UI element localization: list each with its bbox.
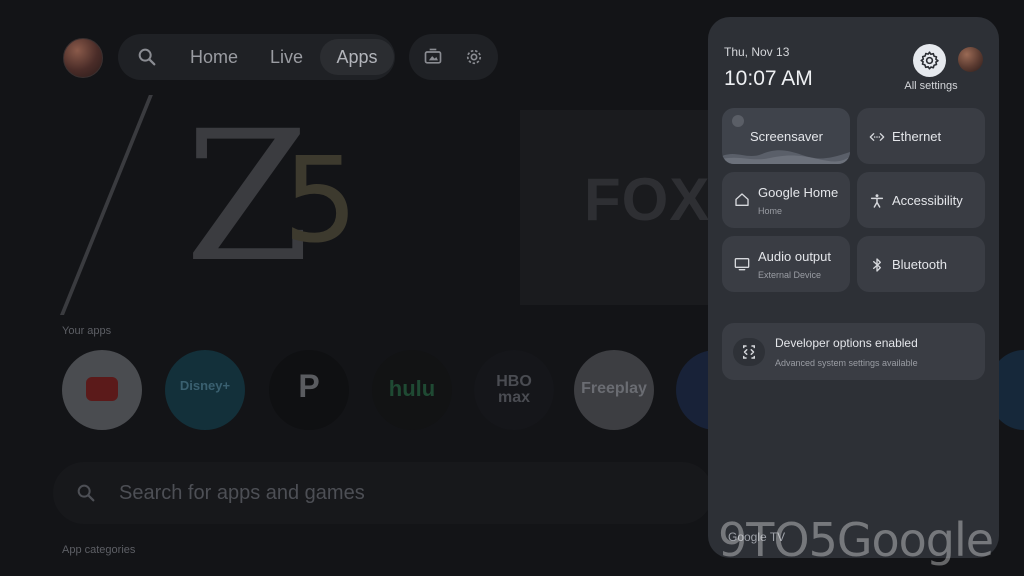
panel-date: Thu, Nov 13 <box>724 45 790 59</box>
tile-screensaver[interactable]: Screensaver <box>722 108 850 164</box>
tile-title: Screensaver <box>750 129 823 144</box>
home-icon <box>735 193 749 206</box>
app-hbo-max[interactable]: HBO max <box>474 350 554 430</box>
app-freeplay[interactable]: Freeplay <box>574 350 654 430</box>
top-navigation: Home Live Apps <box>118 34 395 80</box>
youtube-play-icon <box>86 377 118 401</box>
tile-ethernet[interactable]: Ethernet <box>857 108 985 164</box>
tile-bluetooth[interactable]: Bluetooth <box>857 236 985 292</box>
tv-icon <box>734 258 750 271</box>
all-settings-label: All settings <box>904 80 958 92</box>
developer-options-card[interactable]: Developer options enabled Advanced syste… <box>722 323 985 380</box>
profile-avatar[interactable] <box>63 38 103 78</box>
search-placeholder: Search for apps and games <box>119 482 365 504</box>
panel-time: 10:07 AM <box>724 67 813 90</box>
nav-tab-home[interactable]: Home <box>190 45 238 69</box>
secondary-navigation <box>409 34 498 80</box>
quick-settings-panel: Thu, Nov 13 10:07 AM All settings Screen… <box>708 17 999 558</box>
app-categories-heading: App categories <box>62 544 136 556</box>
gear-icon <box>920 51 939 70</box>
all-settings-button[interactable] <box>913 44 946 77</box>
screensaver-wave-graphic <box>722 150 850 164</box>
search-icon[interactable] <box>136 46 158 68</box>
search-icon <box>77 484 95 502</box>
tile-title: Ethernet <box>892 129 942 144</box>
your-apps-heading: Your apps <box>62 325 112 337</box>
screensaver-indicator-icon <box>732 115 744 127</box>
developer-options-title: Developer options enabled <box>775 336 918 350</box>
app-label: Disney+ <box>179 378 231 393</box>
app-peacock[interactable]: P <box>269 350 349 430</box>
app-label: Freeplay <box>581 380 647 397</box>
tile-google-home[interactable]: Google Home Home <box>722 172 850 228</box>
ethernet-icon <box>869 133 885 141</box>
tile-title: Accessibility <box>892 193 963 208</box>
hero-brand-number: 5 <box>283 131 359 269</box>
bluetooth-icon <box>873 258 881 272</box>
tile-subtitle: External Device <box>758 270 822 280</box>
developer-options-subtitle: Advanced system settings available <box>775 358 918 368</box>
tile-audio-output[interactable]: Audio output External Device <box>722 236 850 292</box>
developer-options-icon <box>743 345 755 359</box>
site-watermark: 9TO5Google <box>718 513 994 567</box>
app-youtube[interactable] <box>62 350 142 430</box>
app-disney-plus[interactable]: Disney+ <box>165 350 245 430</box>
app-hulu[interactable]: hulu <box>372 350 452 430</box>
app-label: P <box>298 368 320 404</box>
settings-icon[interactable] <box>464 47 484 67</box>
tile-accessibility[interactable]: Accessibility <box>857 172 985 228</box>
app-label: HBO max <box>496 373 532 406</box>
accessibility-icon <box>870 194 884 208</box>
app-search-bar[interactable]: Search for apps and games <box>53 462 713 524</box>
developer-icon-wrapper <box>733 338 765 366</box>
app-label: hulu <box>388 376 436 401</box>
tile-title: Bluetooth <box>892 257 947 272</box>
hero-slash-graphic <box>60 95 153 315</box>
tile-title: Audio output <box>758 249 832 264</box>
nav-tab-apps[interactable]: Apps <box>320 39 394 75</box>
input-source-icon[interactable] <box>423 47 443 67</box>
account-avatar[interactable] <box>958 47 983 72</box>
nav-tab-live[interactable]: Live <box>270 45 303 69</box>
tile-subtitle: Home <box>758 206 783 216</box>
tile-title: Google Home <box>758 185 839 200</box>
featured-card-brand: FOX <box>584 166 711 233</box>
